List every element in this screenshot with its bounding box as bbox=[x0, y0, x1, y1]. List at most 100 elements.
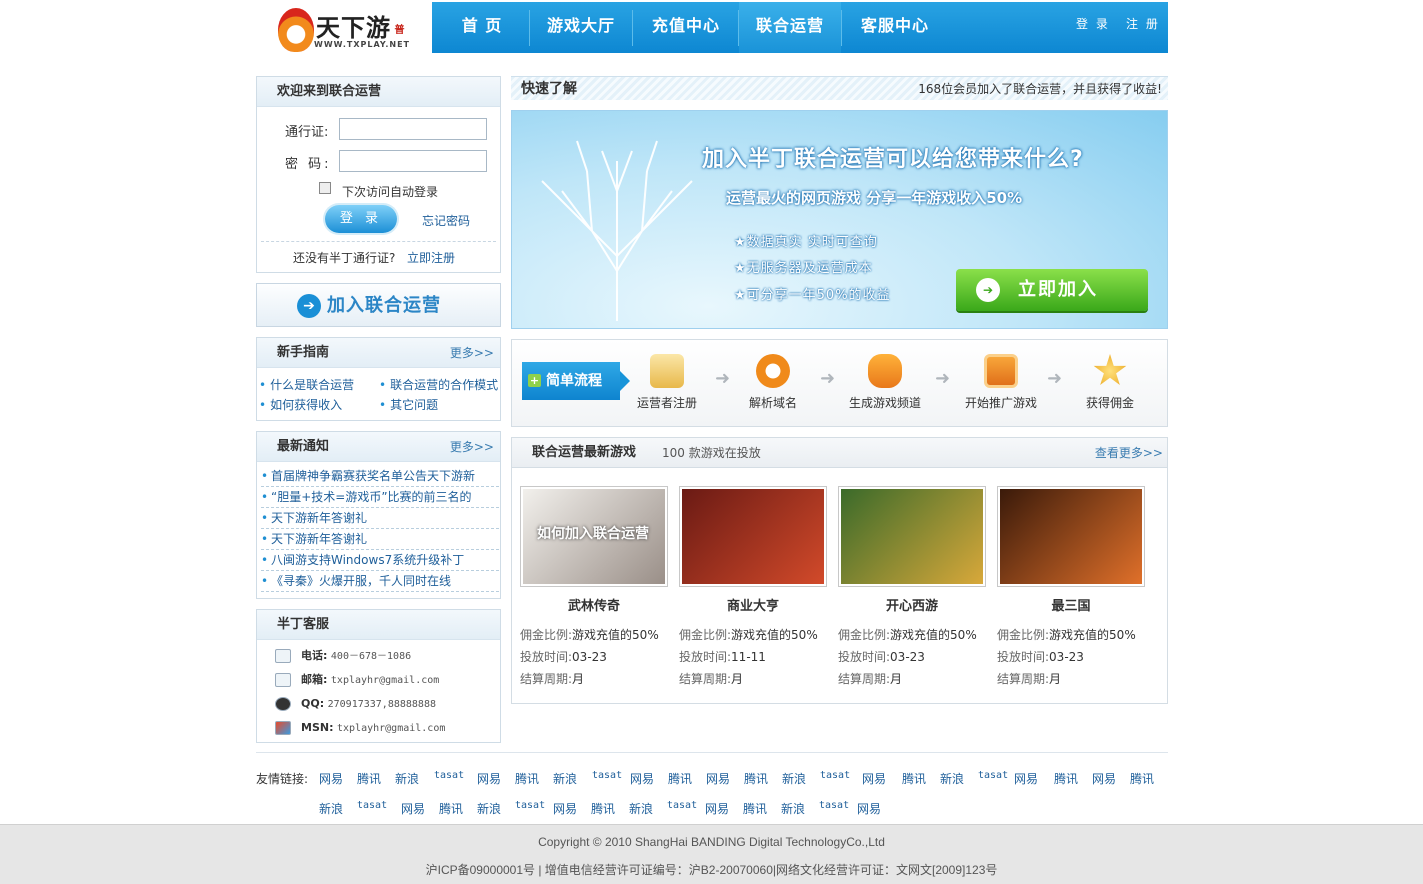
game-card[interactable]: 最三国 佣金比例:游戏充值的50% 投放时间:03-23 结算周期:月 bbox=[997, 486, 1145, 690]
password-input[interactable] bbox=[339, 150, 487, 172]
friend-link[interactable]: tasat bbox=[820, 770, 850, 781]
time-label: 投放时间: bbox=[997, 650, 1050, 664]
friend-link[interactable]: 新浪 bbox=[629, 800, 653, 817]
friend-link[interactable]: 网易 bbox=[1092, 770, 1116, 787]
notice-item[interactable]: 天下游新年答谢礼 bbox=[261, 529, 499, 550]
friend-link[interactable]: 网易 bbox=[706, 770, 730, 787]
mail-icon bbox=[275, 673, 291, 687]
nav-home[interactable]: 首 页 bbox=[432, 2, 532, 53]
friend-link[interactable]: 新浪 bbox=[553, 770, 577, 787]
service-email: 邮箱: txplayhr@gmail.com bbox=[275, 670, 439, 690]
guide-panel: 新手指南 更多>> 什么是联合运营 联合运营的合作模式 如何获得收入 其它问题 bbox=[256, 337, 501, 421]
game-settlement-period: 结算周期:月 bbox=[520, 668, 668, 690]
friend-link[interactable]: 新浪 bbox=[781, 800, 805, 817]
nav-customer-service[interactable]: 客服中心 bbox=[842, 2, 948, 53]
games-more-link[interactable]: 查看更多>> bbox=[1095, 438, 1163, 468]
friend-link[interactable]: 网易 bbox=[401, 800, 425, 817]
commission-label: 佣金比例: bbox=[520, 628, 573, 642]
join-operation-button[interactable]: ➔ 加入联合运营 bbox=[256, 283, 501, 327]
notice-panel: 最新通知 更多>> 首届牌神争霸赛获奖名单公告天下游新 “胆量+技术=游戏币”比赛… bbox=[256, 431, 501, 599]
guide-more-link[interactable]: 更多>> bbox=[450, 338, 494, 368]
game-image: 如何加入联合运营 bbox=[523, 489, 665, 584]
friend-link[interactable]: 网易 bbox=[477, 770, 501, 787]
games-header: 联合运营最新游戏 100 款游戏在投放 查看更多>> bbox=[512, 438, 1167, 468]
nav-game-hall[interactable]: 游戏大厅 bbox=[530, 2, 632, 53]
friend-link[interactable]: tasat bbox=[592, 770, 622, 781]
forgot-password-link[interactable]: 忘记密码 bbox=[422, 212, 470, 229]
friend-link[interactable]: 新浪 bbox=[319, 800, 343, 817]
time-label: 投放时间: bbox=[838, 650, 891, 664]
register-now-link[interactable]: 立即注册 bbox=[407, 249, 455, 266]
game-launch-time: 投放时间:03-23 bbox=[838, 646, 986, 668]
game-card[interactable]: 商业大亨 佣金比例:游戏充值的50% 投放时间:11-11 结算周期:月 bbox=[679, 486, 827, 690]
friend-link[interactable]: 网易 bbox=[319, 770, 343, 787]
game-name[interactable]: 武林传奇 bbox=[520, 595, 668, 614]
guide-item[interactable]: 如何获得收入 bbox=[259, 396, 342, 413]
game-name[interactable]: 最三国 bbox=[997, 595, 1145, 614]
game-card[interactable]: 如何加入联合运营 武林传奇 佣金比例:游戏充值的50% 投放时间:03-23 结算周期:… bbox=[520, 486, 668, 690]
friend-link[interactable]: tasat bbox=[819, 800, 849, 811]
notice-item[interactable]: 八闽游支持Windows7系统升级补丁 bbox=[261, 550, 499, 571]
friend-link[interactable]: 网易 bbox=[630, 770, 654, 787]
banner-join-button[interactable]: ➔ 立即加入 bbox=[956, 269, 1148, 311]
username-input[interactable] bbox=[339, 118, 487, 140]
friend-link[interactable]: tasat bbox=[667, 800, 697, 811]
game-thumbnail[interactable] bbox=[679, 486, 827, 587]
friend-link[interactable]: tasat bbox=[434, 770, 464, 781]
friend-link[interactable]: tasat bbox=[515, 800, 545, 811]
friend-link[interactable]: 腾讯 bbox=[439, 800, 463, 817]
friend-link[interactable]: 腾讯 bbox=[357, 770, 381, 787]
friend-link[interactable]: tasat bbox=[978, 770, 1008, 781]
friend-link[interactable]: 新浪 bbox=[782, 770, 806, 787]
game-name[interactable]: 开心西游 bbox=[838, 595, 986, 614]
guide-item[interactable]: 其它问题 bbox=[379, 396, 438, 413]
friend-link[interactable]: 腾讯 bbox=[1054, 770, 1078, 787]
site-logo[interactable]: 天下游 WWW.TXPLAY.NET 普 bbox=[272, 4, 412, 56]
period-label: 结算周期: bbox=[679, 672, 732, 686]
friend-link[interactable]: 腾讯 bbox=[591, 800, 615, 817]
nav-register-link[interactable]: 注 册 bbox=[1126, 2, 1160, 46]
friend-link[interactable]: 腾讯 bbox=[744, 770, 768, 787]
banner-point: ★可分享一年50%的收益 bbox=[734, 288, 891, 303]
game-thumbnail[interactable] bbox=[997, 486, 1145, 587]
friend-link[interactable]: tasat bbox=[357, 800, 387, 811]
friend-link[interactable]: 网易 bbox=[1014, 770, 1038, 787]
notice-item[interactable]: 首届牌神争霸赛获奖名单公告天下游新 bbox=[261, 466, 499, 487]
flow-tag: + 简单流程 bbox=[522, 362, 630, 400]
guide-item[interactable]: 什么是联合运营 bbox=[259, 376, 354, 393]
period-value: 月 bbox=[572, 672, 585, 686]
friend-link[interactable]: 腾讯 bbox=[668, 770, 692, 787]
icp-license-text: 沪ICP备09000001号 | 增值电信经营许可证编号：沪B2-2007006… bbox=[425, 863, 998, 877]
friend-link[interactable]: 腾讯 bbox=[1130, 770, 1154, 787]
notice-item[interactable]: 《寻秦》火爆开服，千人同时在线 bbox=[261, 571, 499, 592]
friend-link[interactable]: 腾讯 bbox=[515, 770, 539, 787]
friend-link[interactable]: 新浪 bbox=[940, 770, 964, 787]
friend-link[interactable]: 网易 bbox=[553, 800, 577, 817]
friend-link[interactable]: 腾讯 bbox=[743, 800, 767, 817]
friend-link[interactable]: 网易 bbox=[857, 800, 881, 817]
friend-link[interactable]: 网易 bbox=[705, 800, 729, 817]
game-card[interactable]: 开心西游 佣金比例:游戏充值的50% 投放时间:03-23 结算周期:月 bbox=[838, 486, 986, 690]
flow-tag-label: 简单流程 bbox=[546, 373, 602, 389]
login-button[interactable]: 登 录 bbox=[325, 205, 397, 233]
login-panel: 欢迎来到联合运营 通行证: 密 码: 下次访问自动登录 登 录 忘记密码 还没有… bbox=[256, 76, 501, 273]
friend-link[interactable]: 新浪 bbox=[477, 800, 501, 817]
notice-item[interactable]: “胆量+技术=游戏币”比赛的前三名的 bbox=[261, 487, 499, 508]
nav-joint-operation[interactable]: 联合运营 bbox=[739, 2, 841, 53]
notice-item[interactable]: 天下游新年答谢礼 bbox=[261, 508, 499, 529]
notice-more-link[interactable]: 更多>> bbox=[450, 432, 494, 462]
logo-url: WWW.TXPLAY.NET bbox=[314, 40, 410, 49]
nav-login-link[interactable]: 登 录 bbox=[1076, 2, 1110, 46]
game-name[interactable]: 商业大亨 bbox=[679, 595, 827, 614]
friend-link[interactable]: 新浪 bbox=[395, 770, 419, 787]
service-label: MSN: bbox=[301, 721, 334, 734]
game-thumbnail[interactable]: 如何加入联合运营 bbox=[520, 486, 668, 587]
guide-title-text: 新手指南 bbox=[277, 345, 330, 360]
guide-item[interactable]: 联合运营的合作模式 bbox=[379, 376, 498, 393]
friend-link[interactable]: 腾讯 bbox=[902, 770, 926, 787]
friend-link[interactable]: 网易 bbox=[862, 770, 886, 787]
remember-checkbox[interactable] bbox=[319, 182, 331, 194]
game-thumbnail[interactable] bbox=[838, 486, 986, 587]
service-phone: 电话: 400－678－1086 bbox=[275, 646, 411, 666]
nav-recharge[interactable]: 充值中心 bbox=[633, 2, 739, 53]
